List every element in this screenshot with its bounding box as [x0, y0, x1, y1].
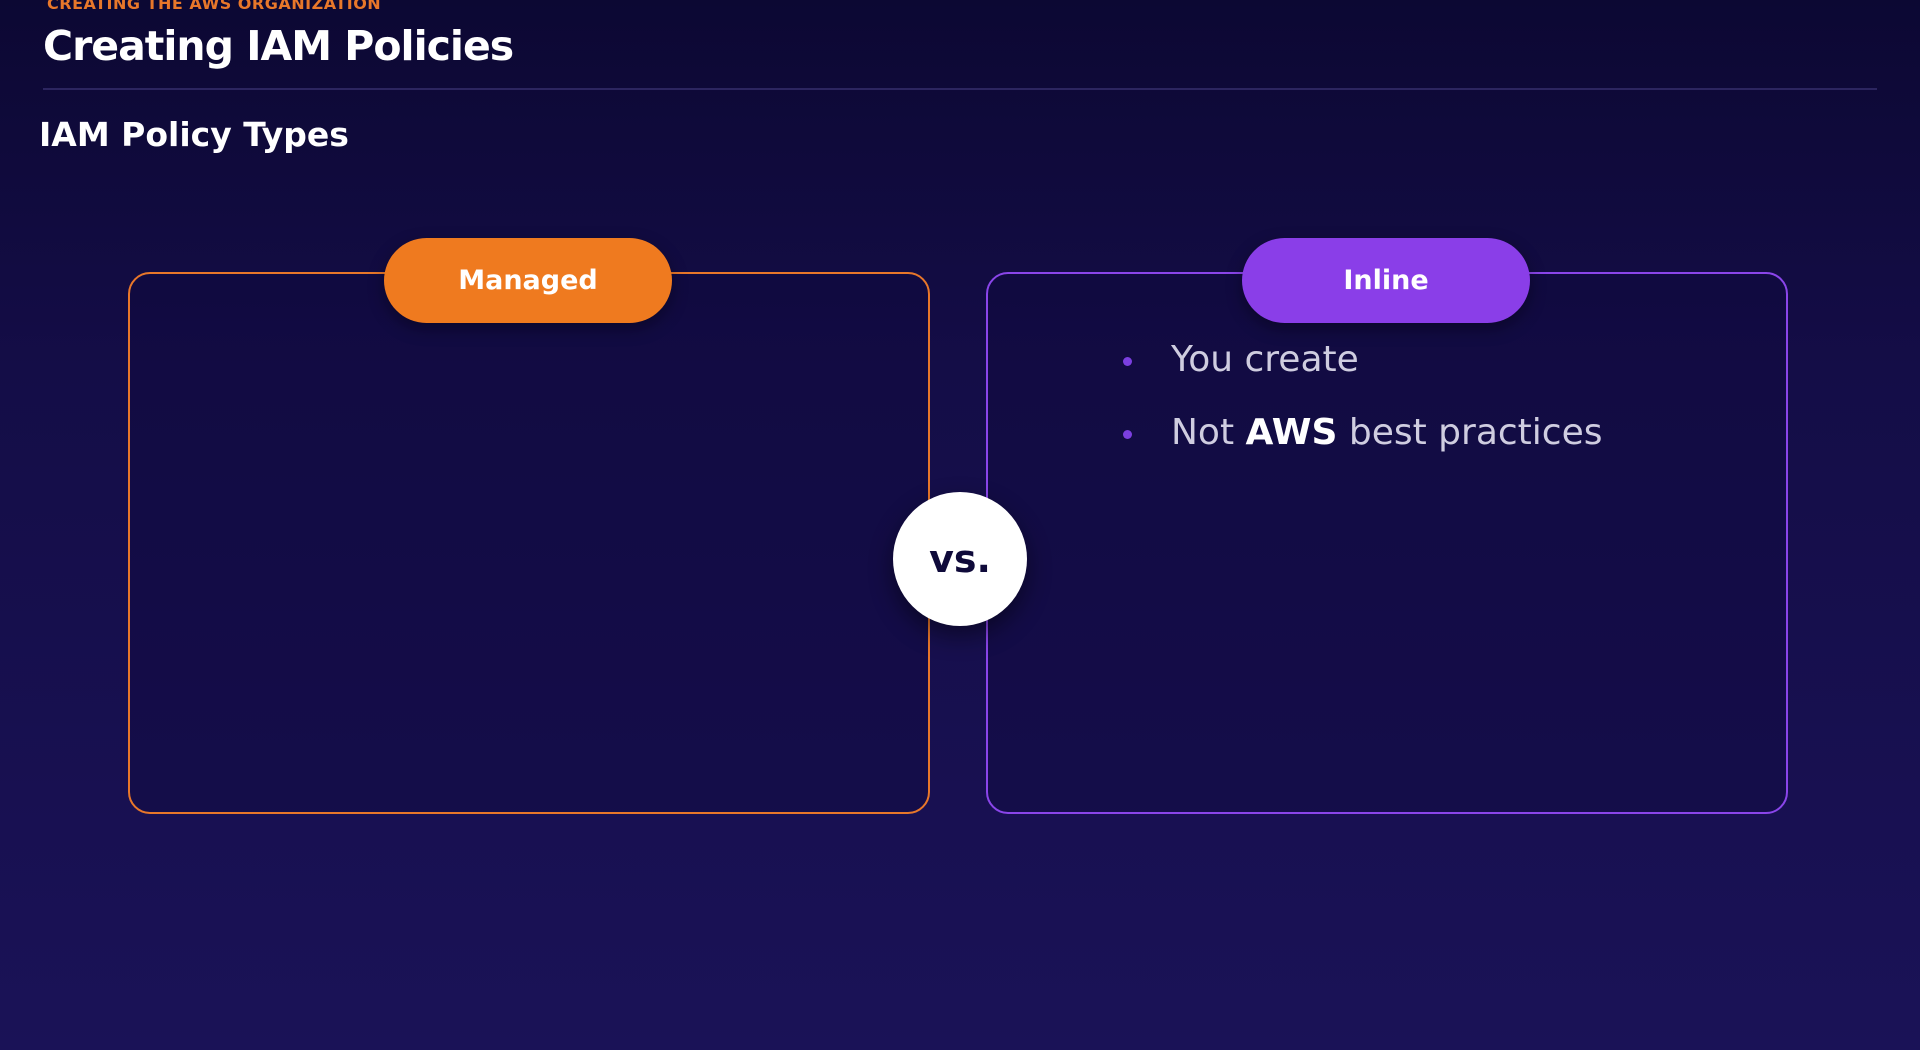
page-title: Creating IAM Policies: [43, 22, 514, 70]
inline-bullet-list: You create Not AWS best practices: [1120, 335, 1602, 481]
bullet-text-pre: Not: [1171, 412, 1246, 453]
eyebrow-label: CREATING THE AWS ORGANIZATION: [47, 0, 382, 13]
bullet-text-emphasis: AWS: [1245, 412, 1338, 453]
bullet-item-you-create: You create: [1120, 335, 1602, 385]
bullet-item-best-practices: Not AWS best practices: [1120, 408, 1602, 458]
vs-badge: vs.: [893, 492, 1027, 626]
managed-panel: [128, 272, 930, 814]
bullet-text: You create: [1171, 339, 1359, 380]
bullet-text-post: best practices: [1337, 412, 1603, 453]
section-title: IAM Policy Types: [39, 115, 349, 154]
bullet-dot-icon: [1123, 357, 1132, 366]
bullet-dot-icon: [1123, 430, 1132, 439]
header-divider: [43, 88, 1877, 90]
inline-pill: Inline: [1242, 238, 1530, 323]
managed-pill: Managed: [384, 238, 672, 323]
